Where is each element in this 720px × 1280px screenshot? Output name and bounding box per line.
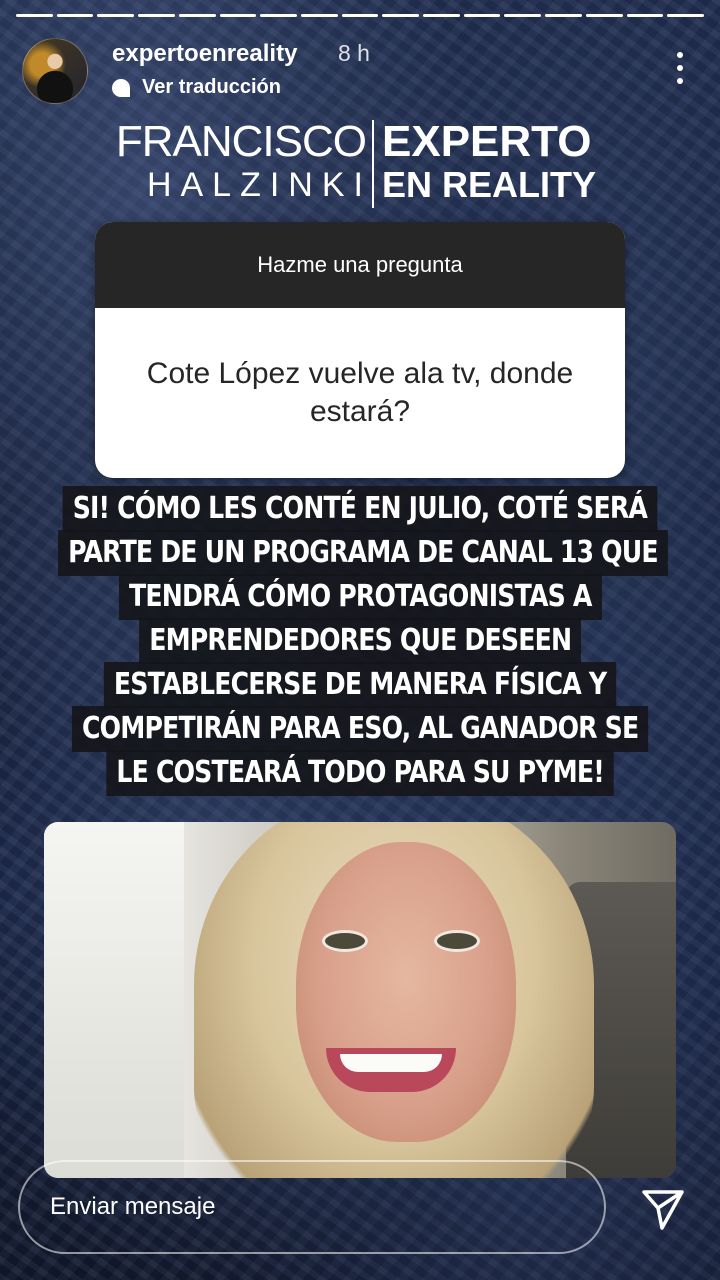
username[interactable]: expertoenreality — [112, 40, 297, 68]
paper-plane-icon[interactable] — [640, 1186, 686, 1232]
answer-line: ESTABLECERSE DE MANERA FÍSICA Y — [103, 662, 617, 708]
answer-line: TENDRÁ CÓMO PROTAGONISTAS A — [118, 574, 602, 620]
brand-logo: FRANCISCO HALZINKI EXPERTO EN REALITY — [108, 118, 608, 210]
progress-segment — [16, 14, 53, 17]
answer-line: PARTE DE UN PROGRAMA DE CANAL 13 QUE — [58, 530, 668, 576]
progress-segment — [667, 14, 704, 17]
translate-label: Ver traducción — [142, 76, 281, 98]
answer-line: COMPETIRÁN PARA ESO, AL GANADOR SE — [71, 706, 649, 752]
answer-row: LE COSTEARÁ TODO PARA SU PYME! — [0, 750, 720, 796]
story-progress-bar — [16, 14, 704, 17]
more-options-icon[interactable] — [670, 48, 690, 88]
answer-row: PARTE DE UN PROGRAMA DE CANAL 13 QUE — [0, 530, 720, 576]
logo-divider — [372, 120, 374, 208]
progress-segment — [504, 14, 542, 17]
logo-brand-line1: EXPERTO — [382, 117, 592, 166]
progress-segment — [545, 14, 582, 17]
progress-segment — [219, 14, 257, 17]
answer-row: COMPETIRÁN PARA ESO, AL GANADOR SE — [0, 706, 720, 752]
story-photo — [44, 822, 676, 1178]
progress-segment — [626, 14, 664, 17]
progress-segment — [585, 14, 623, 17]
answer-line: SI! CÓMO LES CONTÉ EN JULIO, COTÉ SERÁ — [62, 486, 658, 532]
answer-line: EMPRENDEDORES QUE DESEEN — [138, 618, 582, 664]
logo-brand-line2: EN REALITY — [382, 164, 597, 205]
answer-row: EMPRENDEDORES QUE DESEEN — [0, 618, 720, 664]
profile-avatar[interactable] — [22, 38, 88, 104]
answer-row: SI! CÓMO LES CONTÉ EN JULIO, COTÉ SERÁ — [0, 486, 720, 532]
question-sticker-header: Hazme una pregunta — [95, 222, 625, 308]
progress-segment — [382, 14, 420, 17]
progress-segment — [97, 14, 135, 17]
progress-segment — [423, 14, 460, 17]
message-input[interactable]: Enviar mensaje — [18, 1160, 606, 1254]
logo-name-line1: FRANCISCO — [115, 117, 367, 166]
speech-bubble-icon — [112, 78, 130, 97]
answer-row: ESTABLECERSE DE MANERA FÍSICA Y — [0, 662, 720, 708]
progress-segment — [341, 14, 379, 17]
progress-segment — [178, 14, 216, 17]
story-header: expertoenreality 8 h Ver traducción — [22, 34, 698, 104]
progress-segment — [300, 14, 338, 17]
answer-text-block: SI! CÓMO LES CONTÉ EN JULIO, COTÉ SERÁ PA… — [0, 486, 720, 796]
answer-line: LE COSTEARÁ TODO PARA SU PYME! — [106, 750, 614, 796]
question-text: Cote López vuelve ala tv, donde estará? — [146, 357, 574, 428]
answer-row: TENDRÁ CÓMO PROTAGONISTAS A — [0, 574, 720, 620]
progress-segment — [260, 14, 297, 17]
post-time: 8 h — [338, 40, 370, 66]
progress-segment — [56, 14, 94, 17]
logo-name-line2: HALZINKI — [146, 166, 372, 204]
translate-button[interactable]: Ver traducción — [112, 76, 281, 99]
message-placeholder: Enviar mensaje — [50, 1193, 216, 1220]
question-sticker[interactable]: Hazme una pregunta Cote López vuelve ala… — [95, 222, 625, 478]
progress-segment — [138, 14, 175, 17]
progress-segment — [463, 14, 501, 17]
